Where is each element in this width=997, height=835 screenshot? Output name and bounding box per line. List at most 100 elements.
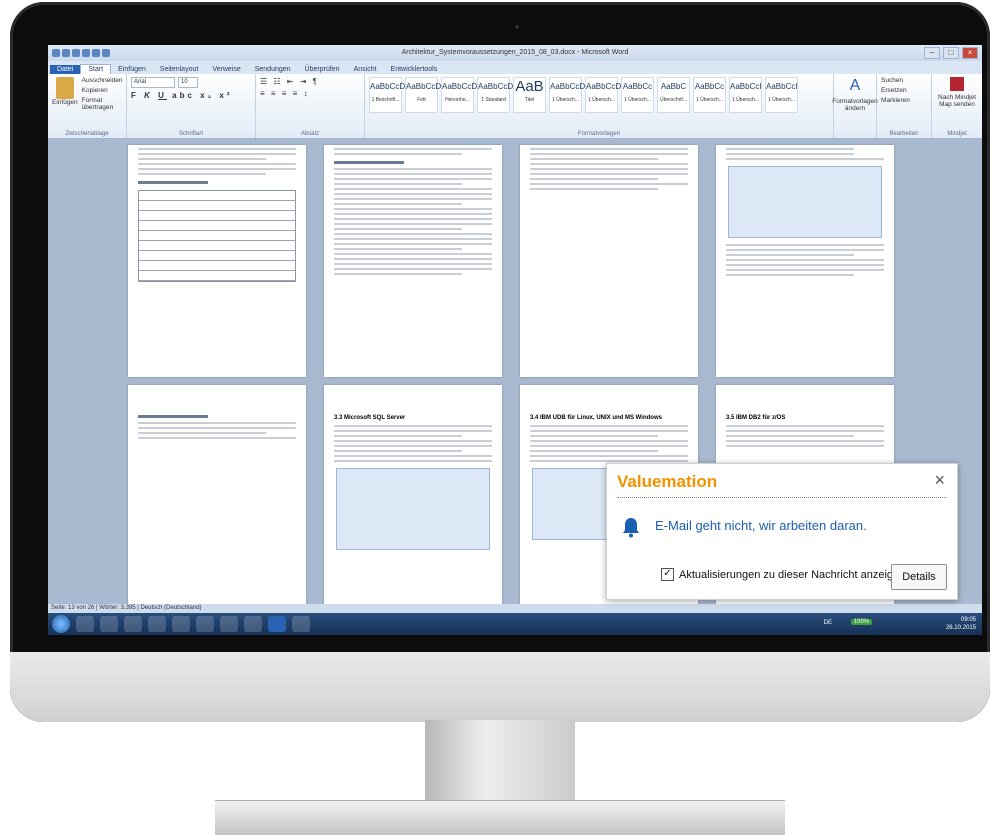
document-diagram (728, 166, 882, 238)
monitor-stand (425, 720, 575, 800)
style-sample: AaBbCcDc (478, 82, 518, 91)
font-group: Arial 10 F K U abc x₂ x² Schriftart (127, 74, 256, 138)
change-styles-icon[interactable]: A (850, 77, 861, 95)
document-page[interactable] (128, 385, 306, 615)
paragraph-group-label: Absatz (300, 131, 320, 137)
document-page[interactable] (324, 145, 502, 377)
window-controls: – □ × (924, 47, 978, 59)
ribbon: Einfügen Ausschneiden Kopieren Format üb… (48, 74, 982, 139)
style-name: 1 Standard (481, 97, 506, 103)
style-item[interactable]: AaBbCcDd 1 Übersch... (585, 77, 626, 113)
tab-start[interactable]: Start (80, 64, 112, 74)
taskbar-app-icon[interactable] (196, 616, 214, 632)
show-updates-label[interactable]: Aktualisierungen zu dieser Nachricht anz… (679, 569, 905, 581)
style-item[interactable]: AaBbCc 1 Übersch... (621, 77, 654, 113)
select-button[interactable]: Markieren (881, 97, 927, 104)
close-icon[interactable]: × (934, 470, 945, 491)
bell-icon (623, 518, 639, 538)
notification-toast: Valuemation × E-Mail geht nicht, wir arb… (606, 463, 958, 600)
taskbar-app-icon[interactable] (220, 616, 238, 632)
paste-icon[interactable] (55, 77, 74, 99)
paste-label[interactable]: Einfügen (52, 99, 78, 106)
style-item[interactable]: AaBbCcDd Fett (405, 77, 446, 113)
style-name: 1 Übersch... (732, 97, 759, 103)
replace-button[interactable]: Ersetzen (881, 87, 927, 94)
style-item[interactable]: AaBbCcD 1 Beschrift... (369, 77, 405, 113)
mindjet-icon[interactable] (950, 77, 964, 91)
font-group-label: Schriftart (178, 131, 203, 137)
style-item[interactable]: AaBbCcI 1 Übersch... (765, 77, 798, 113)
find-button[interactable]: Suchen (881, 77, 927, 84)
font-name-box[interactable]: Arial (131, 77, 175, 88)
style-item[interactable]: AaBbCcDc Hervorhe... (441, 77, 481, 113)
taskbar-app-icon[interactable] (124, 616, 142, 632)
style-name: 1 Übersch... (588, 97, 615, 103)
style-name: Titel (524, 97, 535, 103)
document-page[interactable] (520, 145, 698, 377)
page-heading: 3.5 IBM DB2 für z/OS (726, 415, 786, 421)
tab-page-layout[interactable]: Seitenlayout (153, 65, 206, 74)
taskbar-app-icon[interactable] (172, 616, 190, 632)
details-button[interactable]: Details (891, 564, 947, 590)
window-title: Architektur_Systemvoraussetzungen_2015_0… (401, 49, 629, 56)
ribbon-tabs: Datei Start Einfügen Seitenlayout Verwei… (48, 61, 982, 74)
styles-gallery: AaBbCcD 1 Beschrift... AaBbCcDd Fett AaBbC… (369, 77, 829, 113)
tab-developer[interactable]: Entwicklertools (384, 65, 445, 74)
style-item[interactable]: AaBbC Überschrif... (657, 77, 690, 113)
style-name: 1 Übersch... (624, 97, 651, 103)
taskbar-app-icon[interactable] (292, 616, 310, 632)
align-buttons[interactable]: ≡ ≡ ≡ ≡ ↕ (260, 89, 360, 98)
font-size-box[interactable]: 10 (178, 77, 198, 88)
document-page[interactable] (128, 145, 306, 377)
toast-footer: ✓ Aktualisierungen zu dieser Nachricht a… (661, 568, 905, 581)
close-window-button[interactable]: × (962, 47, 978, 59)
style-name: 1 Übersch... (552, 97, 579, 103)
taskbar-word-icon[interactable] (268, 616, 286, 632)
document-page[interactable]: 3.3 Microsoft SQL Server (324, 385, 502, 615)
taskbar-app-icon[interactable] (100, 616, 118, 632)
styles-group: AaBbCcD 1 Beschrift... AaBbCcDd Fett AaBbC… (365, 74, 834, 138)
style-item[interactable]: AaBbCcI 1 Übersch... (729, 77, 762, 113)
language-indicator[interactable]: DE (824, 620, 832, 626)
change-styles-group: A Formatvorlagen ändern (832, 74, 878, 138)
taskbar-app-icon[interactable] (148, 616, 166, 632)
format-painter-button[interactable]: Format übertragen (82, 97, 123, 111)
style-name: Fett (417, 97, 426, 103)
paragraph-group: ☰ ☷ ⇤ ⇥ ¶ ≡ ≡ ≡ ≡ ↕ Absatz (256, 74, 365, 138)
mindjet-send-button[interactable]: Nach Mindjet Map senden (936, 94, 978, 108)
style-name: Überschrif... (660, 97, 687, 103)
tab-mailings[interactable]: Sendungen (248, 65, 298, 74)
style-item[interactable]: AaBbCc 1 Übersch... (693, 77, 726, 113)
mindjet-group: Nach Mindjet Map senden Mindjet (932, 74, 982, 138)
font-format-buttons[interactable]: F K U abc x₂ x² (131, 91, 251, 100)
maximize-button[interactable]: □ (943, 47, 959, 59)
style-item[interactable]: AaBbCcD 1 Übersch... (549, 77, 585, 113)
show-updates-checkbox[interactable]: ✓ (661, 568, 674, 581)
document-page[interactable] (716, 145, 894, 377)
style-item[interactable]: AaB Titel (513, 77, 546, 113)
list-buttons[interactable]: ☰ ☷ ⇤ ⇥ ¶ (260, 77, 360, 86)
style-sample: AaBbCc (694, 82, 725, 91)
taskbar: DE 100% 09:05 26.10.2015 (48, 613, 982, 635)
taskbar-app-icon[interactable] (244, 616, 262, 632)
tab-references[interactable]: Verweise (205, 65, 247, 74)
cut-button[interactable]: Ausschneiden (82, 77, 123, 84)
webcam (515, 25, 519, 29)
clock-date: 26.10.2015 (945, 625, 976, 631)
styles-group-label: Formatvorlagen (577, 131, 621, 137)
word-title-bar: Architektur_Systemvoraussetzungen_2015_0… (48, 45, 982, 61)
start-button[interactable] (52, 615, 70, 633)
tab-view[interactable]: Ansicht (347, 65, 384, 74)
system-tray-clock[interactable]: 09:05 26.10.2015 (946, 616, 976, 632)
tab-insert[interactable]: Einfügen (111, 65, 153, 74)
copy-button[interactable]: Kopieren (82, 87, 123, 94)
document-table (138, 190, 296, 282)
style-item[interactable]: AaBbCcDc 1 Standard (477, 77, 517, 113)
change-styles-button[interactable]: Formatvorlagen ändern (832, 98, 878, 112)
style-sample: AaBbCcDd (406, 82, 446, 91)
minimize-button[interactable]: – (924, 47, 940, 59)
toast-message: E-Mail geht nicht, wir arbeiten daran. (655, 518, 867, 533)
tab-review[interactable]: Überprüfen (298, 65, 347, 74)
taskbar-app-icon[interactable] (76, 616, 94, 632)
tab-file[interactable]: Datei (50, 65, 81, 74)
